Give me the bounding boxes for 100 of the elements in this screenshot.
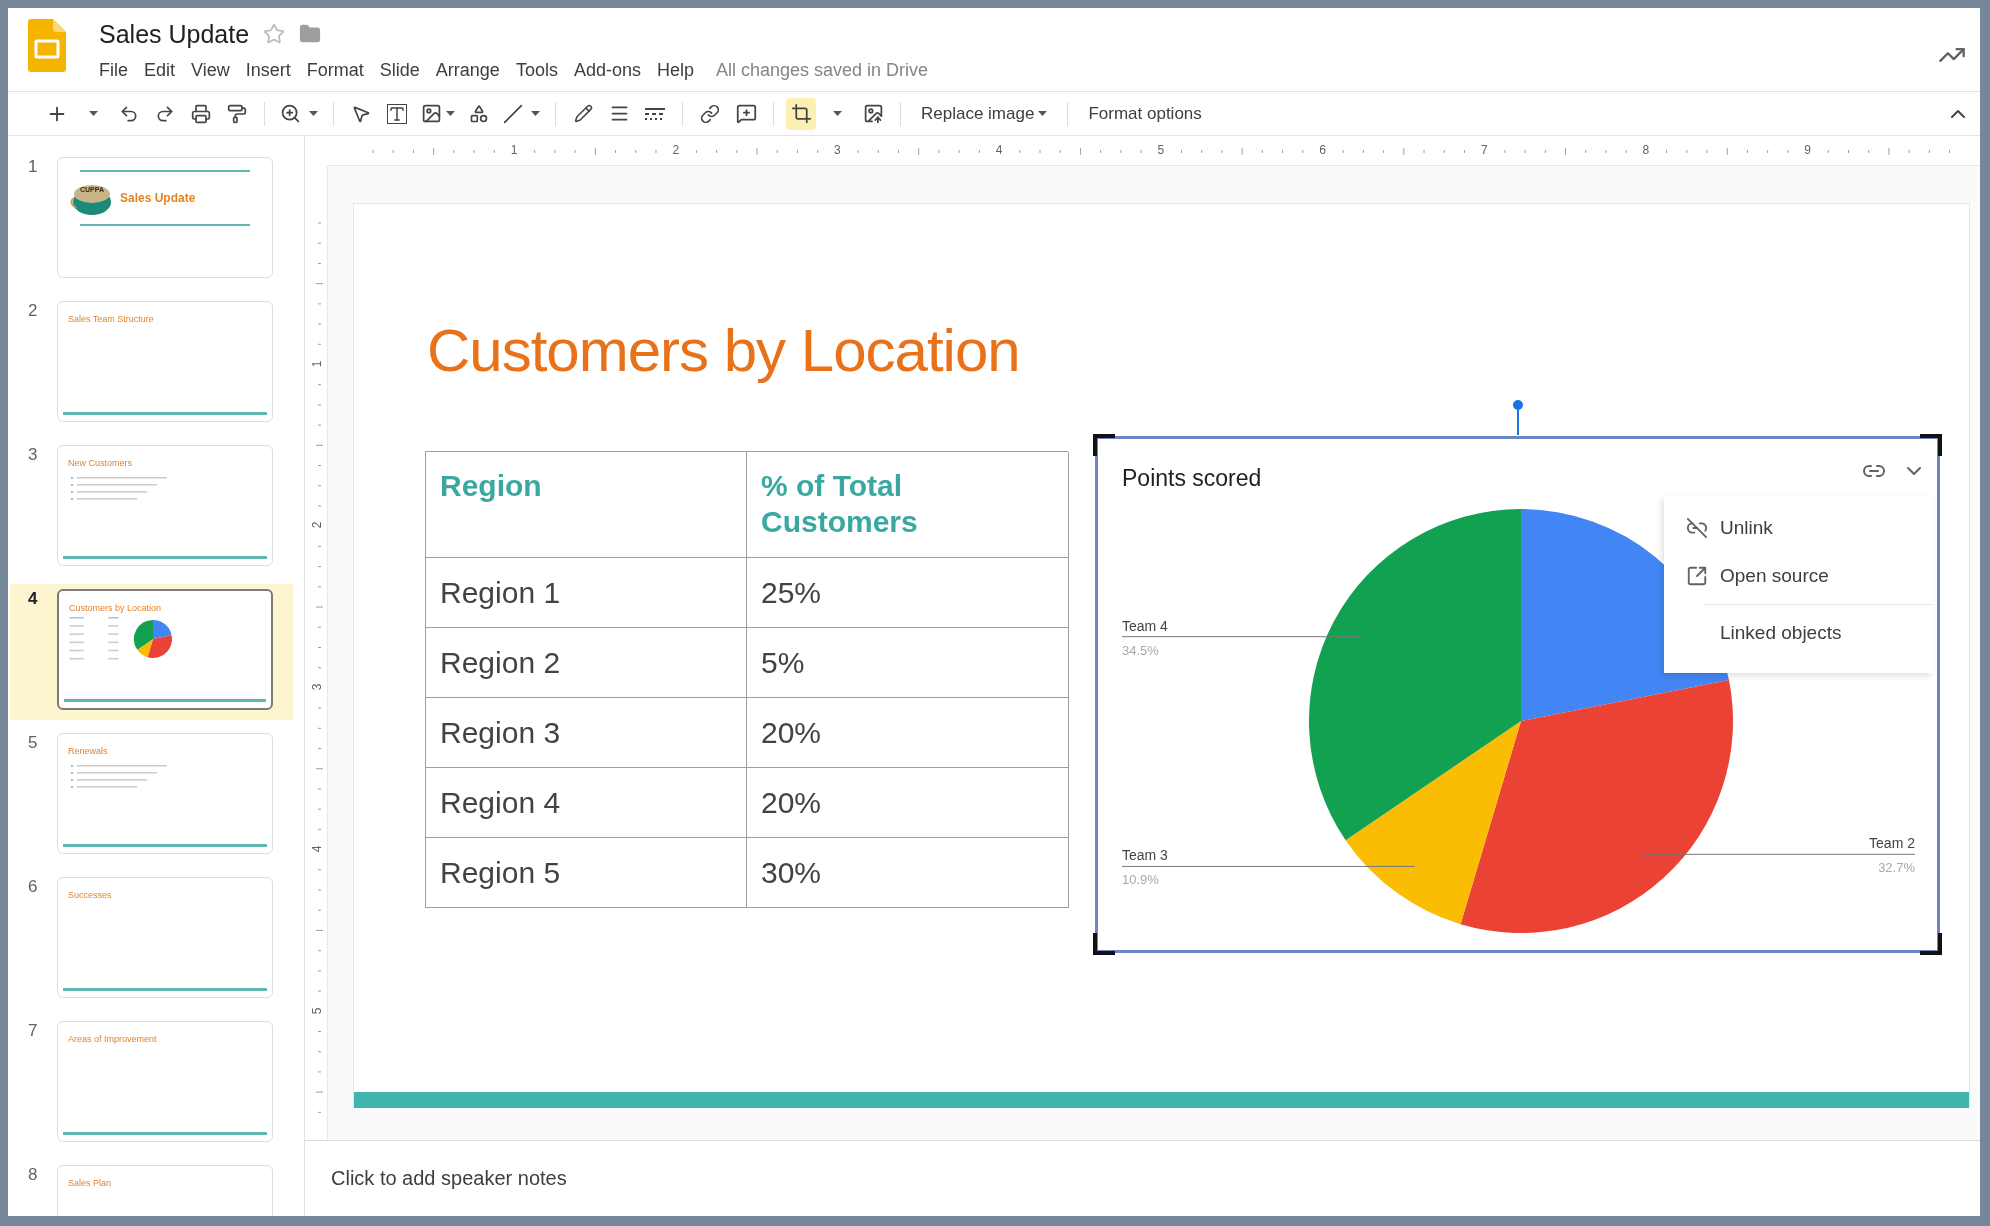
menu-item[interactable]: Add-ons	[565, 57, 649, 84]
menu-item[interactable]: View	[183, 57, 238, 84]
slide-number: 4	[27, 589, 39, 609]
menu-item[interactable]: Open source	[1664, 552, 1933, 600]
selection-handle[interactable]	[1920, 434, 1942, 456]
redo-icon	[155, 103, 175, 124]
pencil-icon	[573, 104, 593, 123]
ruler-number: 1	[310, 360, 325, 368]
table-cell: Region 4	[426, 768, 747, 838]
menu-item[interactable]: Slide	[371, 57, 428, 84]
menu-item[interactable]: Unlink	[1664, 504, 1933, 552]
caret-icon	[832, 111, 842, 116]
table-header-cell: Region	[426, 452, 747, 558]
unlink-icon	[1686, 517, 1708, 539]
table-cell: 5%	[747, 628, 1069, 698]
text-box-icon	[387, 103, 407, 124]
save-status[interactable]: All changes saved in Drive	[716, 60, 929, 81]
chart-frame[interactable]: Points scored Team 2 32.7% Team 3 10.9% Team 4 34.5% Unlink Open source Linked objects	[1095, 436, 1940, 953]
slice-value: 10.9%	[1122, 872, 1159, 888]
slice-label: Team 3	[1122, 847, 1168, 864]
slide-thumbnail-title: Sales Update	[120, 191, 196, 205]
menu-item[interactable]: Insert	[237, 57, 299, 84]
shapes-icon	[469, 103, 489, 124]
menu-item[interactable]: Arrange	[427, 57, 508, 84]
ruler-number: 3	[310, 683, 325, 691]
table-cell: 30%	[747, 838, 1069, 908]
printer-icon	[191, 103, 211, 124]
selection-handle[interactable]	[1093, 933, 1115, 955]
toolbar-button[interactable]: Format options	[1080, 97, 1210, 130]
add-comment-icon	[735, 103, 757, 124]
ruler-number: 6	[1319, 143, 1326, 157]
ruler-number: 2	[672, 143, 680, 157]
slide-title: Customers by Location	[427, 316, 1020, 385]
menu-item[interactable]: Format	[298, 57, 372, 84]
slide-thumbnail-title: Areas of Improvement	[68, 1034, 157, 1044]
slide-number: 6	[27, 877, 39, 897]
ruler-number: 5	[1157, 143, 1165, 157]
slide-number: 3	[27, 445, 39, 465]
table-cell: 20%	[747, 698, 1069, 768]
caret-icon	[309, 111, 318, 116]
ruler-number: 5	[310, 1007, 325, 1014]
star-icon[interactable]	[263, 23, 286, 45]
slide-thumbnail-title: Sales Team Structure	[68, 314, 154, 324]
menu-item[interactable]: Linked objects	[1664, 609, 1933, 657]
table-header-cell: % of Total Customers	[747, 452, 1069, 558]
slide-thumbnail-title: Renewals	[68, 746, 108, 756]
folder-icon[interactable]	[299, 23, 322, 45]
caret-icon	[1038, 111, 1048, 116]
dropdown-button[interactable]: Replace image	[913, 97, 1056, 130]
table-cell: Region 2	[426, 628, 747, 698]
ruler-number: 4	[995, 143, 1003, 157]
ruler-number: 8	[1642, 143, 1650, 157]
slide-number: 7	[27, 1021, 39, 1041]
slide-number: 5	[27, 733, 39, 753]
rotate-handle[interactable]	[1512, 399, 1524, 435]
table-cell: Region 5	[426, 838, 747, 908]
slice-value: 34.5%	[1122, 642, 1159, 658]
slide-thumbnail-title: Customers by Location	[69, 603, 162, 613]
slide-thumbnail-title: Successes	[68, 890, 112, 900]
link-icon	[700, 103, 720, 124]
document-title[interactable]: Sales Update	[99, 19, 250, 49]
zoom-icon	[280, 103, 301, 124]
ruler-number: 7	[1480, 143, 1488, 157]
menu-item[interactable]: Help	[648, 57, 702, 84]
ruler-number: 9	[1804, 143, 1811, 157]
line-dash-icon	[645, 106, 665, 121]
table-cell: 20%	[747, 768, 1069, 838]
chart-title: Points scored	[1122, 465, 1262, 491]
selection-handle[interactable]	[1920, 933, 1942, 955]
speaker-notes-field[interactable]: Click to add speaker notes	[331, 1163, 567, 1194]
image-icon	[421, 103, 442, 124]
undo-icon	[119, 103, 139, 124]
slice-label: Team 4	[1122, 617, 1168, 634]
selection-handle[interactable]	[1093, 434, 1115, 456]
slice-value: 32.7%	[1878, 860, 1915, 876]
open-external-icon	[1686, 565, 1708, 587]
menu-item[interactable]: File	[91, 57, 136, 84]
slide-number: 1	[27, 157, 39, 177]
slide-thumbnail-title: Sales Plan	[68, 1178, 112, 1188]
paint-roller-icon	[227, 103, 247, 124]
slide-number: 8	[27, 1165, 39, 1185]
crop-icon	[790, 103, 812, 124]
caret-icon	[88, 111, 98, 116]
table-cell: Region 3	[426, 698, 747, 768]
mini-pie-chart-drawing	[133, 619, 173, 659]
image-reset-icon	[862, 103, 884, 124]
ruler-number: 3	[834, 143, 841, 157]
line-icon	[503, 103, 523, 124]
caret-icon	[446, 111, 455, 116]
mini-table-drawing	[69, 617, 119, 661]
table-cell: 25%	[747, 558, 1069, 628]
ruler-number: 2	[310, 522, 325, 529]
ruler-number: 1	[510, 143, 518, 157]
ruler-number: 4	[310, 845, 325, 853]
menu-item[interactable]: Edit	[136, 57, 184, 84]
crop-button[interactable]	[786, 97, 816, 130]
caret-icon	[531, 111, 540, 116]
slide-number: 2	[27, 301, 39, 321]
menu-item[interactable]: Tools	[507, 57, 566, 84]
slide-thumbnail-title: New Customers	[68, 458, 132, 468]
